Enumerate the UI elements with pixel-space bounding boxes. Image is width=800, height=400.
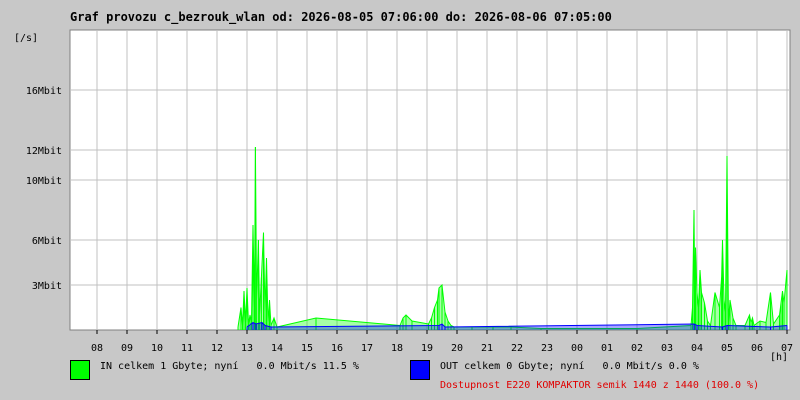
x-tick-label: 06 bbox=[751, 343, 763, 354]
availability-text: Dostupnost E220 KOMPAKTOR semik 1440 z 1… bbox=[440, 380, 760, 391]
x-tick-label: 15 bbox=[301, 343, 313, 354]
x-axis-label: [h] bbox=[770, 352, 788, 363]
x-tick-label: 03 bbox=[661, 343, 673, 354]
x-tick-label: 22 bbox=[511, 343, 523, 354]
x-tick-label: 14 bbox=[271, 343, 283, 354]
legend-in-swatch bbox=[70, 360, 90, 380]
x-tick-label: 18 bbox=[391, 343, 403, 354]
x-tick-label: 20 bbox=[451, 343, 463, 354]
x-tick-label: 13 bbox=[241, 343, 253, 354]
legend-in-text: IN celkem 1 Gbyte; nyní 0.0 Mbit/s 11.5 … bbox=[100, 361, 359, 372]
x-tick-label: 02 bbox=[631, 343, 643, 354]
legend-out-text: OUT celkem 0 Gbyte; nyní 0.0 Mbit/s 0.0 … bbox=[440, 361, 699, 372]
x-tick-label: 08 bbox=[91, 343, 103, 354]
x-tick-label: 23 bbox=[541, 343, 553, 354]
x-tick-label: 17 bbox=[361, 343, 373, 354]
x-tick-label: 21 bbox=[481, 343, 493, 354]
x-tick-label: 00 bbox=[571, 343, 583, 354]
y-tick-label: 10Mbit bbox=[26, 176, 62, 187]
x-tick-label: 01 bbox=[601, 343, 613, 354]
y-tick-label: 3Mbit bbox=[32, 281, 62, 292]
y-tick-label: 16Mbit bbox=[26, 86, 62, 97]
x-tick-label: 05 bbox=[721, 343, 733, 354]
y-axis-label: [/s] bbox=[14, 33, 38, 44]
traffic-chart: 3Mbit 6Mbit 10Mbit 12Mbit 16Mbit 08 09 10 11 12 13… bbox=[14, 29, 793, 363]
x-tick-label: 10 bbox=[151, 343, 163, 354]
x-tick-label: 09 bbox=[121, 343, 133, 354]
legend-out-swatch bbox=[410, 360, 430, 380]
x-tick-label: 11 bbox=[181, 343, 193, 354]
x-tick-label: 16 bbox=[331, 343, 343, 354]
x-tick-label: 12 bbox=[211, 343, 223, 354]
y-tick-label: 6Mbit bbox=[32, 236, 62, 247]
y-tick-label: 12Mbit bbox=[26, 146, 62, 157]
x-tick-label: 19 bbox=[421, 343, 433, 354]
x-tick-label: 04 bbox=[691, 343, 703, 354]
